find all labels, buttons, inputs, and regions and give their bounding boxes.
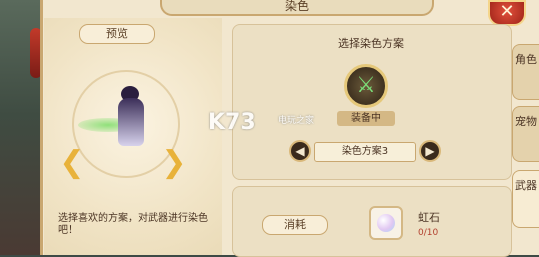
triangle-left-icon: ◀	[295, 144, 305, 158]
preview-description: 选择喜欢的方案，对武器进行染色吧！	[58, 213, 208, 236]
rainbow-gem-icon	[377, 214, 395, 232]
watermark-logo: K73	[208, 110, 256, 135]
close-button[interactable]: ✕	[488, 0, 526, 26]
arrow-left-icon: ❮	[59, 145, 85, 180]
tab-pet[interactable]: 宠物	[512, 106, 539, 162]
weapon-slot[interactable]: ⚔	[344, 64, 388, 108]
triangle-right-icon: ▶	[425, 144, 435, 158]
rotate-left-button[interactable]: ❮	[58, 146, 86, 180]
equipped-badge: 装备中	[337, 111, 395, 126]
tab-label: 角色	[515, 53, 537, 66]
close-icon: ✕	[499, 1, 515, 22]
rotate-right-button[interactable]: ❯	[160, 146, 188, 180]
tab-character[interactable]: 角色	[512, 44, 539, 100]
character-model[interactable]	[118, 98, 144, 146]
arrow-right-icon: ❯	[161, 145, 187, 180]
preview-label: 预览	[79, 24, 155, 44]
watermark-text: 电玩之家	[278, 116, 315, 126]
tab-label: 武器	[515, 179, 537, 192]
next-scheme-button[interactable]: ▶	[419, 140, 441, 162]
item-name: 虹石	[418, 211, 440, 224]
prev-scheme-button[interactable]: ◀	[289, 140, 311, 162]
tab-label: 宠物	[515, 115, 537, 128]
scheme-selector[interactable]: 染色方案3	[314, 142, 416, 162]
item-count: 0/10	[418, 228, 439, 238]
item-slot[interactable]	[369, 206, 403, 240]
consume-label: 消耗	[262, 215, 328, 235]
scheme-title: 选择染色方案	[338, 37, 404, 50]
sword-icon: ⚔	[356, 73, 376, 98]
tab-weapon[interactable]: 武器	[512, 170, 539, 228]
window-title: 染色	[160, 0, 434, 16]
